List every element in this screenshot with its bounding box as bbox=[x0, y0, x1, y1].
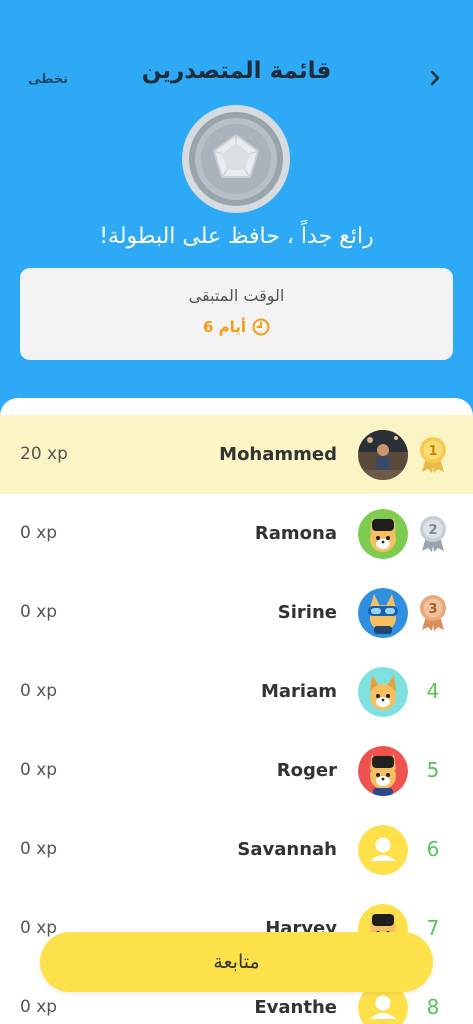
player-name: Roger bbox=[276, 760, 337, 781]
xp-value: 0 xp bbox=[20, 839, 58, 859]
time-remaining-text: أيام 6 bbox=[202, 318, 247, 336]
svg-text:3: 3 bbox=[428, 602, 437, 617]
photo-avatar bbox=[358, 430, 408, 480]
clock-icon bbox=[252, 318, 270, 336]
continue-button[interactable]: متابعة bbox=[40, 932, 433, 992]
page-title: قائمة المتصدرين bbox=[141, 58, 332, 84]
praise-message: !رائع جداً ، حافظ على البطولة bbox=[99, 224, 374, 249]
leaderboard-row[interactable]: 0 xp Sirine 3 bbox=[0, 573, 473, 652]
gold-medal-icon: 1 bbox=[418, 436, 448, 474]
fox-cyan-avatar bbox=[358, 667, 408, 717]
time-remaining-card: الوقت المتبقى أيام 6 bbox=[20, 268, 453, 360]
bronze-medal-icon: 3 bbox=[418, 594, 448, 632]
xp-value: 0 xp bbox=[20, 681, 58, 701]
leaderboard-row[interactable]: 20 xp Mohammed 1 bbox=[0, 415, 473, 494]
leaderboard-row[interactable]: 0 xp Savannah 6 bbox=[0, 810, 473, 889]
leaderboard-row[interactable]: 0 xp Mariam 4 bbox=[0, 652, 473, 731]
xp-value: 20 xp bbox=[20, 444, 68, 464]
chevron-right-icon[interactable] bbox=[425, 66, 445, 90]
fox-goggles-avatar bbox=[358, 588, 408, 638]
xp-value: 0 xp bbox=[20, 523, 58, 543]
silver-medal-icon: 2 bbox=[418, 515, 448, 553]
fox-green-avatar bbox=[358, 509, 408, 559]
time-remaining-label: الوقت المتبقى bbox=[188, 286, 285, 305]
svg-text:2: 2 bbox=[428, 523, 437, 538]
time-remaining-value: أيام 6 bbox=[20, 318, 453, 336]
leaderboard-row[interactable]: 0 xp Roger 5 bbox=[0, 731, 473, 810]
default-user-avatar bbox=[358, 825, 408, 875]
player-name: Ramona bbox=[254, 523, 337, 544]
rank-number: 4 bbox=[426, 679, 440, 703]
xp-value: 0 xp bbox=[20, 760, 58, 780]
player-name: Savannah bbox=[237, 839, 337, 860]
player-name: Mariam bbox=[260, 681, 337, 702]
fox-red-avatar bbox=[358, 746, 408, 796]
rank-number: 5 bbox=[426, 758, 440, 782]
rank-number: 6 bbox=[426, 837, 440, 861]
svg-text:1: 1 bbox=[428, 444, 437, 459]
header: تخطى قائمة المتصدرين !رائع جداً ، حافظ ع… bbox=[0, 0, 473, 400]
silver-league-badge-icon bbox=[182, 105, 290, 213]
player-name: Mohammed bbox=[219, 444, 337, 465]
xp-value: 0 xp bbox=[20, 602, 58, 622]
leaderboard-list[interactable]: 20 xp Mohammed 1 0 xp Ramona 2 0 xp Sirine bbox=[0, 398, 473, 1024]
leaderboard-row[interactable]: 0 xp Ramona 2 bbox=[0, 494, 473, 573]
player-name: Sirine bbox=[277, 602, 337, 623]
